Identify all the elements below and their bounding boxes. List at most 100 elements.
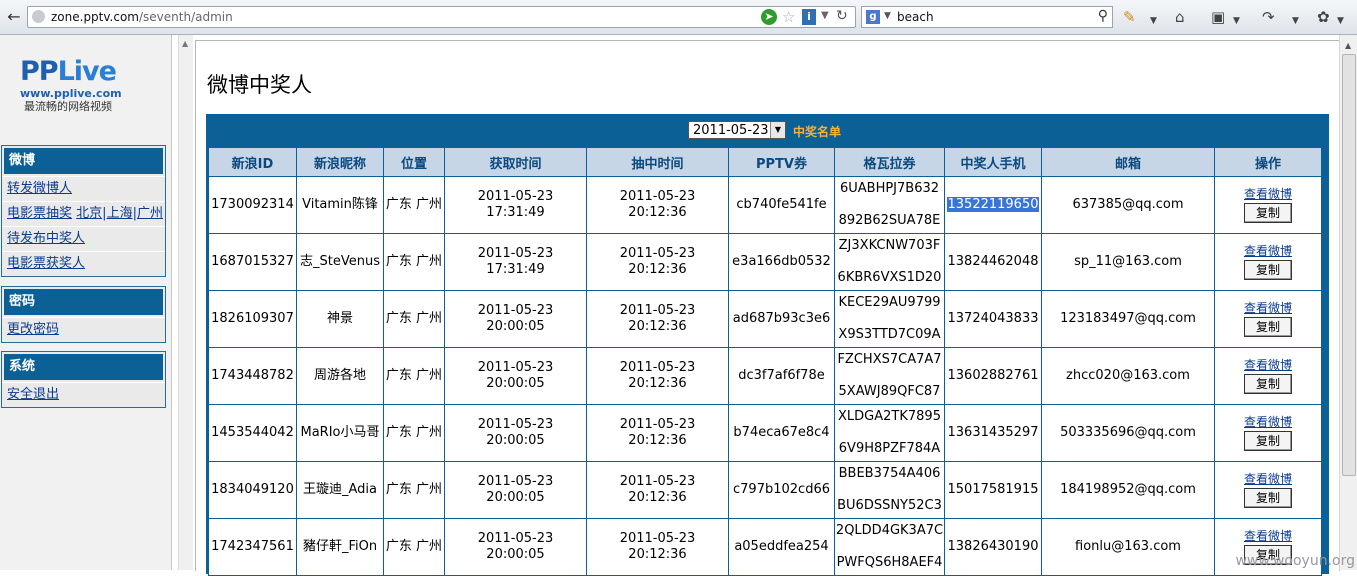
address-bar[interactable]: zone.pptv.com/seventh/admin ➤ ☆ i ▼ ↻	[27, 6, 856, 28]
table-row: 1742347561 豬仔軒_FiOn 广东 广州 2011-05-23 20:00:0…	[209, 519, 1321, 575]
search-engine-icon[interactable]: g	[866, 10, 880, 24]
cell-actions: 查看微博 复制	[1215, 234, 1321, 290]
column-header: 操作	[1215, 148, 1321, 176]
scroll-up-arrow-icon[interactable]: ▲	[1345, 41, 1351, 50]
addon-dropdown-icon[interactable]: ▼	[1337, 12, 1344, 30]
search-icon[interactable]: ⚲	[1098, 8, 1108, 24]
cell-actions: 查看微博 复制	[1215, 291, 1321, 347]
copy-button[interactable]: 复制	[1244, 203, 1292, 223]
cell-pptv-coupon: cb740fe541fe	[729, 177, 834, 233]
cell-draw-time: 2011-05-23 20:12:36	[587, 348, 728, 404]
addon-icon[interactable]: ✿	[1317, 8, 1330, 26]
search-bar[interactable]: g ▼ beach ⚲	[861, 6, 1113, 28]
copy-button[interactable]: 复制	[1244, 317, 1292, 337]
column-header: 中奖人手机	[945, 148, 1041, 176]
pencil-dropdown-icon[interactable]: ▼	[1150, 12, 1157, 30]
reload-icon[interactable]: ↻	[836, 8, 848, 24]
scroll-up-arrow-icon[interactable]: ▲	[182, 39, 188, 48]
sidebar-panel-password: 密码 更改密码	[1, 286, 166, 343]
bookmark-star-icon[interactable]: ☆	[782, 8, 795, 26]
cell-email: 184198952@qq.com	[1042, 462, 1214, 518]
view-weibo-link[interactable]: 查看微博	[1215, 472, 1321, 486]
view-weibo-link[interactable]: 查看微博	[1215, 244, 1321, 258]
home-icon[interactable]: ⌂	[1175, 8, 1185, 26]
table-row: 1730092314 Vitamin陈锋 广东 广州 2011-05-23 17:31:…	[209, 177, 1321, 233]
pplive-logo[interactable]: PPLive www.pplive.com 最流畅的网络视频	[20, 57, 140, 132]
cell-pptv-coupon: c797b102cd66	[729, 462, 834, 518]
pencil-icon[interactable]: ✎	[1123, 8, 1136, 26]
sidebar-item-change-password[interactable]: 更改密码	[2, 317, 165, 342]
view-weibo-link[interactable]: 查看微博	[1215, 358, 1321, 372]
city-link-guangzhou[interactable]: 广州	[137, 206, 163, 221]
bookmarks-dropdown-icon[interactable]: ▼	[1233, 12, 1240, 30]
cell-weibo-id: 1742347561	[209, 519, 296, 575]
cell-gewara-coupon: BBEB3754A406 BU6DSSNY52C3	[835, 462, 944, 518]
search-engine-dropdown-icon[interactable]: ▼	[884, 11, 891, 21]
view-weibo-link[interactable]: 查看微博	[1215, 529, 1321, 543]
cell-nickname: 周游各地	[297, 348, 383, 404]
date-select[interactable]: 2011-05-23 ▼	[688, 121, 786, 139]
column-header: 邮箱	[1042, 148, 1214, 176]
cell-weibo-id: 1743448782	[209, 348, 296, 404]
movie-lottery-link[interactable]: 电影票抽奖	[7, 206, 72, 221]
column-header: PPTV券	[729, 148, 834, 176]
cell-location: 广东 广州	[384, 462, 444, 518]
column-header: 抽中时间	[587, 148, 728, 176]
city-link-shanghai[interactable]: 上海	[107, 206, 133, 221]
page-scrollbar[interactable]: ▲	[1339, 35, 1357, 570]
sidebar-item-movie-lottery: 电影票抽奖 北京|上海|广州	[2, 201, 165, 226]
cell-draw-time: 2011-05-23 20:12:36	[587, 519, 728, 575]
dropdown-arrow-icon[interactable]: ▼	[821, 10, 829, 21]
url-text: zone.pptv.com/seventh/admin	[51, 10, 233, 24]
cell-gewara-coupon: 6UABHPJ7B632 892B62SUA78E	[835, 177, 944, 233]
info-icon[interactable]: i	[802, 9, 816, 25]
cell-nickname: MaRIo小马哥	[297, 405, 383, 461]
column-header: 获取时间	[445, 148, 586, 176]
history-icon[interactable]: ↷	[1262, 8, 1275, 26]
cell-email: 637385@qq.com	[1042, 177, 1214, 233]
copy-button[interactable]: 复制	[1244, 374, 1292, 394]
back-arrow-icon[interactable]: ←	[4, 7, 24, 27]
cell-location: 广东 广州	[384, 405, 444, 461]
table-row: 1453544042 MaRIo小马哥 广东 广州 2011-05-23 20:00:0…	[209, 405, 1321, 461]
view-weibo-link[interactable]: 查看微博	[1215, 187, 1321, 201]
cell-fetch-time: 2011-05-23 20:00:05	[445, 405, 586, 461]
cell-pptv-coupon: ad687b93c3e6	[729, 291, 834, 347]
column-header: 格瓦拉券	[835, 148, 944, 176]
cell-draw-time: 2011-05-23 20:12:36	[587, 291, 728, 347]
cell-phone: 13724043833	[945, 291, 1041, 347]
go-icon[interactable]: ➤	[761, 9, 777, 25]
bookmarks-icon[interactable]: ▣	[1211, 8, 1225, 26]
view-weibo-link[interactable]: 查看微博	[1215, 415, 1321, 429]
search-query[interactable]: beach	[897, 10, 934, 24]
cell-actions: 查看微博 复制	[1215, 462, 1321, 518]
copy-button[interactable]: 复制	[1244, 488, 1292, 508]
view-weibo-link[interactable]: 查看微博	[1215, 301, 1321, 315]
chevron-down-icon[interactable]: ▼	[770, 122, 785, 138]
cell-nickname: 神景	[297, 291, 383, 347]
sidebar-item-pending-winners[interactable]: 待发布中奖人	[2, 226, 165, 251]
cell-fetch-time: 2011-05-23 20:00:05	[445, 462, 586, 518]
sidebar-scrollbar[interactable]: ▲	[178, 35, 193, 570]
table-row: 1826109307 神景 广东 广州 2011-05-23 20:00:05 2011-…	[209, 291, 1321, 347]
browser-toolbar: ← zone.pptv.com/seventh/admin ➤ ☆ i ▼ ↻ …	[0, 0, 1357, 35]
cell-gewara-coupon: FZCHXS7CA7A7 5XAWJ89QFC87	[835, 348, 944, 404]
selected-phone-text[interactable]: 13522119650	[946, 197, 1040, 212]
winners-table-container: 2011-05-23 ▼ 中奖名单 新浪ID 新浪昵称 位置 获取时间 抽中时间…	[206, 114, 1329, 576]
city-link-beijing[interactable]: 北京	[76, 206, 102, 221]
cell-nickname: 豬仔軒_FiOn	[297, 519, 383, 575]
cell-location: 广东 广州	[384, 234, 444, 290]
cell-phone: 15017581915	[945, 462, 1041, 518]
page-title: 微博中奖人	[207, 73, 312, 97]
cell-location: 广东 广州	[384, 291, 444, 347]
sidebar-item-movie-winners[interactable]: 电影票获奖人	[2, 251, 165, 276]
cell-fetch-time: 2011-05-23 20:00:05	[445, 519, 586, 575]
sidebar-item-logout[interactable]: 安全退出	[2, 382, 165, 407]
sidebar-panel-title: 微博	[4, 148, 163, 174]
copy-button[interactable]: 复制	[1244, 260, 1292, 280]
copy-button[interactable]: 复制	[1244, 431, 1292, 451]
history-dropdown-icon[interactable]: ▼	[1292, 12, 1299, 30]
cell-email: fionlu@163.com	[1042, 519, 1214, 575]
sidebar-item-forwarders[interactable]: 转发微博人	[2, 176, 165, 201]
scrollbar-thumb[interactable]	[1342, 54, 1356, 476]
